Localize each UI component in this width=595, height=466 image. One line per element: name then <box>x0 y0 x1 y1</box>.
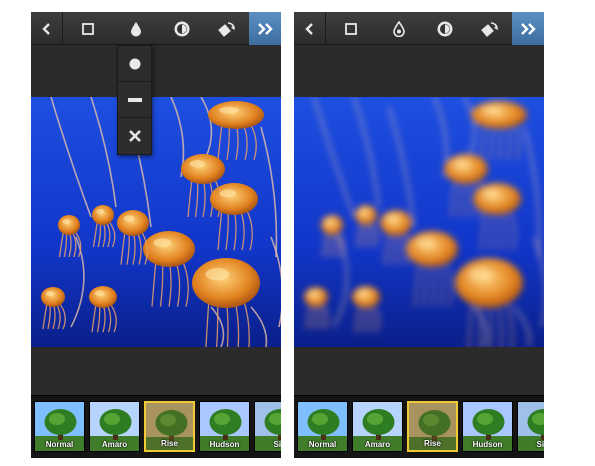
jellyfish-photo-image <box>31 97 281 347</box>
filter-name: Hudson <box>472 440 503 449</box>
filter-name: Normal <box>308 440 337 449</box>
filter-thumbnail[interactable]: Normal <box>34 401 85 452</box>
linear-blur-icon <box>127 97 142 102</box>
filter-name: Hudson <box>209 440 240 449</box>
frame-square-icon <box>82 22 94 35</box>
filter-thumbnail[interactable]: Sie <box>254 401 281 452</box>
top-toolbar <box>294 12 544 45</box>
filter-name: Rise <box>424 439 441 448</box>
filter-thumbnail[interactable]: Hudson <box>462 401 513 452</box>
tilt-shift-button[interactable] <box>376 12 422 45</box>
rotate-button[interactable] <box>205 12 249 45</box>
back-button[interactable] <box>294 12 326 45</box>
lux-button[interactable] <box>422 12 468 45</box>
jellyfish-photo[interactable] <box>294 97 544 347</box>
frame-button[interactable] <box>63 12 113 45</box>
frame-button[interactable] <box>326 12 376 45</box>
radial-blur-icon <box>129 58 140 69</box>
blur-off-icon <box>128 130 141 142</box>
next-double-chevron-icon <box>521 22 536 35</box>
next-button[interactable] <box>249 12 281 45</box>
filter-name: Amaro <box>101 440 128 449</box>
radial-blur-button[interactable] <box>118 46 151 82</box>
rotate-icon <box>218 21 235 37</box>
back-chevron-icon <box>304 22 313 35</box>
tilt-shift-drop-icon <box>131 21 141 36</box>
filter-name: Rise <box>161 439 178 448</box>
filter-name: Amaro <box>364 440 391 449</box>
filter-thumbnail[interactable]: Amaro <box>352 401 403 452</box>
linear-blur-button[interactable] <box>118 82 151 118</box>
filter-strip: Normal Amaro Rise Hudson Sie <box>31 395 281 458</box>
filter-thumbnail[interactable]: Sie <box>517 401 544 452</box>
phone-screen-left: Normal Amaro Rise Hudson Sie <box>31 12 281 458</box>
filter-name: Normal <box>45 440 74 449</box>
jellyfish-photo[interactable] <box>31 97 281 347</box>
filter-name: Sie <box>273 440 281 449</box>
top-toolbar <box>31 12 281 45</box>
rotate-icon <box>481 21 498 37</box>
tilt-shift-menu <box>117 45 152 155</box>
filter-thumbnail[interactable]: Hudson <box>199 401 250 452</box>
filter-strip: Normal Amaro Rise Hudson Sie <box>294 395 544 458</box>
back-button[interactable] <box>31 12 63 45</box>
blur-off-button[interactable] <box>118 118 151 154</box>
filter-thumbnail[interactable]: Amaro <box>89 401 140 452</box>
tilt-shift-button[interactable] <box>113 12 159 45</box>
lux-sun-icon <box>174 21 190 36</box>
lux-sun-icon <box>437 21 453 36</box>
phone-screen-right: Normal Amaro Rise Hudson Sie <box>294 12 544 458</box>
frame-square-icon <box>345 22 357 35</box>
filter-name: Sie <box>536 440 544 449</box>
lux-button[interactable] <box>159 12 205 45</box>
filter-thumbnail[interactable]: Rise <box>407 401 458 452</box>
filter-thumbnail[interactable]: Rise <box>144 401 195 452</box>
jellyfish-photo-image <box>294 97 544 347</box>
next-double-chevron-icon <box>258 22 273 35</box>
filter-thumbnail[interactable]: Normal <box>297 401 348 452</box>
photo-area <box>31 45 281 395</box>
next-button[interactable] <box>512 12 544 45</box>
tilt-shift-drop-icon <box>393 20 405 37</box>
rotate-button[interactable] <box>468 12 512 45</box>
photo-area <box>294 45 544 395</box>
back-chevron-icon <box>41 22 50 35</box>
